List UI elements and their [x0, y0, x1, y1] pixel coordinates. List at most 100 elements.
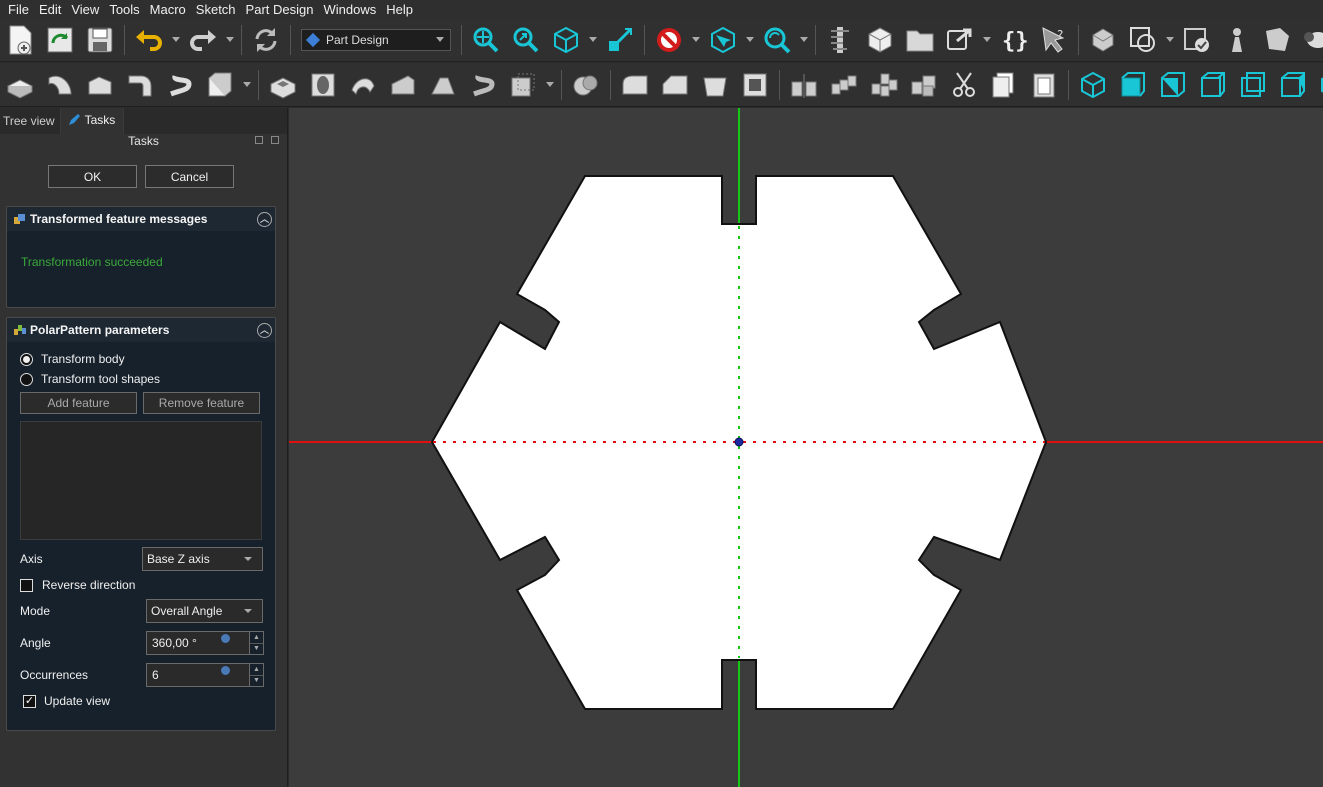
step-up-icon[interactable]: ▲: [250, 664, 263, 676]
feature-list[interactable]: [20, 421, 262, 540]
thickness-icon[interactable]: [738, 68, 772, 102]
subtractive-helix-icon[interactable]: [466, 68, 500, 102]
copy-icon[interactable]: [987, 68, 1021, 102]
transform-tool-shapes-radio[interactable]: Transform tool shapes: [7, 369, 275, 389]
zoom-icon[interactable]: [760, 23, 794, 57]
zoom-dropdown-icon[interactable]: [797, 23, 811, 57]
chamfer-icon[interactable]: [658, 68, 692, 102]
menu-sketch[interactable]: Sketch: [192, 2, 242, 17]
menu-windows[interactable]: Windows: [319, 2, 382, 17]
expression-icon[interactable]: [221, 666, 230, 675]
measure-distance-icon[interactable]: [823, 23, 857, 57]
fillet-icon[interactable]: [618, 68, 652, 102]
polar-pattern-icon[interactable]: [867, 68, 901, 102]
menu-part-design[interactable]: Part Design: [242, 2, 320, 17]
multi-transform-icon[interactable]: [907, 68, 941, 102]
subtractive-pipe-icon[interactable]: [426, 68, 460, 102]
primitive-add-icon[interactable]: [203, 68, 237, 102]
menu-file[interactable]: File: [4, 2, 35, 17]
occurrences-stepper[interactable]: ▲ ▼: [250, 663, 264, 687]
select-dropdown-icon[interactable]: [743, 23, 757, 57]
view-bottom-icon[interactable]: [1236, 68, 1270, 102]
new-file-icon[interactable]: [3, 23, 37, 57]
view-axo-icon[interactable]: [1316, 68, 1323, 102]
axis-select[interactable]: Base Z axis: [142, 547, 263, 571]
pawn-icon[interactable]: [1220, 23, 1254, 57]
sketch-icon[interactable]: [1126, 23, 1160, 57]
sheep-icon[interactable]: [1300, 23, 1323, 57]
step-down-icon[interactable]: ▼: [250, 676, 263, 687]
scissors-icon[interactable]: [947, 68, 981, 102]
loft-icon[interactable]: [83, 68, 117, 102]
view-rear-icon[interactable]: [1196, 68, 1230, 102]
pipe-icon[interactable]: [123, 68, 157, 102]
step-down-icon[interactable]: ▼: [250, 644, 263, 655]
tab-tree-view[interactable]: Tree view: [0, 108, 61, 134]
part-icon[interactable]: [863, 23, 897, 57]
remove-feature-button[interactable]: Remove feature: [143, 392, 260, 414]
transform-body-radio[interactable]: Transform body: [7, 349, 275, 369]
menu-edit[interactable]: Edit: [35, 2, 67, 17]
angle-input[interactable]: 360,00 °: [146, 631, 250, 655]
whats-this-icon[interactable]: ?: [1037, 23, 1071, 57]
angle-stepper[interactable]: ▲ ▼: [250, 631, 264, 655]
draft-icon[interactable]: [698, 68, 732, 102]
update-view-checkbox[interactable]: ✓ Update view: [7, 691, 275, 711]
helix-icon[interactable]: [163, 68, 197, 102]
menu-help[interactable]: Help: [382, 2, 419, 17]
redo-dropdown-icon[interactable]: [223, 23, 237, 57]
undo-dropdown-icon[interactable]: [169, 23, 183, 57]
box-select-icon[interactable]: [706, 23, 740, 57]
no-drawstyle-icon[interactable]: [652, 23, 686, 57]
subtract-dropdown-icon[interactable]: [543, 68, 557, 102]
view-dropdown-icon[interactable]: [586, 23, 600, 57]
primitive-subtract-icon[interactable]: [506, 68, 540, 102]
subtractive-loft-icon[interactable]: [386, 68, 420, 102]
redo-icon[interactable]: [186, 23, 220, 57]
shape-icon[interactable]: [1260, 23, 1294, 57]
menu-view[interactable]: View: [67, 2, 105, 17]
cancel-button[interactable]: Cancel: [145, 165, 234, 188]
refresh-icon[interactable]: [249, 23, 283, 57]
float-panel-icon[interactable]: [255, 136, 263, 144]
view-top-icon[interactable]: [1116, 68, 1150, 102]
origin-point[interactable]: [734, 437, 744, 447]
menu-tools[interactable]: Tools: [105, 2, 145, 17]
pad-icon[interactable]: [3, 68, 37, 102]
hole-icon[interactable]: [306, 68, 340, 102]
ok-button[interactable]: OK: [48, 165, 137, 188]
boolean-icon[interactable]: [569, 68, 603, 102]
linear-pattern-icon[interactable]: [827, 68, 861, 102]
body-icon[interactable]: [1086, 23, 1120, 57]
groove-icon[interactable]: [346, 68, 380, 102]
view-front-icon[interactable]: [1076, 68, 1110, 102]
reverse-direction-checkbox[interactable]: Reverse direction: [7, 575, 275, 595]
workbench-selector[interactable]: Part Design: [301, 28, 451, 51]
link-dropdown-icon[interactable]: [980, 23, 994, 57]
view-isometric-icon[interactable]: [549, 23, 583, 57]
link-icon[interactable]: [943, 23, 977, 57]
3d-viewport[interactable]: [289, 108, 1323, 787]
pocket-icon[interactable]: [266, 68, 300, 102]
tab-tasks[interactable]: Tasks: [60, 108, 125, 134]
validate-sketch-icon[interactable]: [1180, 23, 1214, 57]
folder-icon[interactable]: [903, 23, 937, 57]
view-left-icon[interactable]: [1276, 68, 1310, 102]
drawstyle-dropdown-icon[interactable]: [689, 23, 703, 57]
occurrences-input[interactable]: 6: [146, 663, 250, 687]
fit-selection-icon[interactable]: [509, 23, 543, 57]
close-panel-icon[interactable]: [271, 136, 279, 144]
mirrored-icon[interactable]: [787, 68, 821, 102]
add-feature-button[interactable]: Add feature: [20, 392, 137, 414]
paste-icon[interactable]: [1027, 68, 1061, 102]
step-up-icon[interactable]: ▲: [250, 632, 263, 644]
macro-braces-icon[interactable]: {}: [997, 23, 1031, 57]
view-right-icon[interactable]: [1156, 68, 1190, 102]
expression-icon[interactable]: [221, 634, 230, 643]
sketch-dropdown-icon[interactable]: [1163, 23, 1177, 57]
primitive-dropdown-icon[interactable]: [240, 68, 254, 102]
revolution-icon[interactable]: [43, 68, 77, 102]
fit-all-icon[interactable]: [469, 23, 503, 57]
collapse-icon[interactable]: ︿: [257, 322, 272, 338]
mode-select[interactable]: Overall Angle: [146, 599, 263, 623]
